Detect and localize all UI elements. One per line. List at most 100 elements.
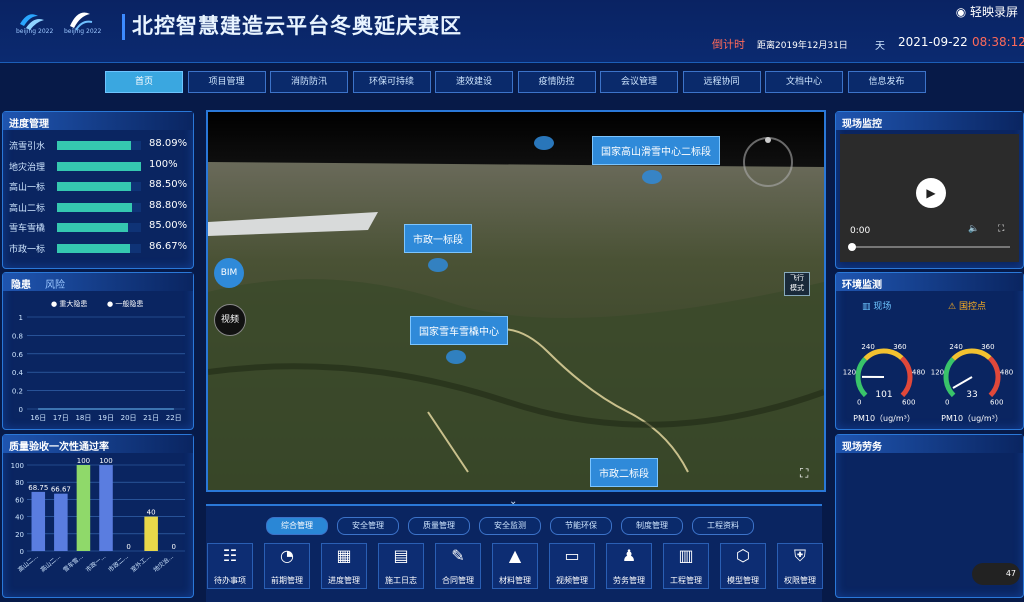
worker-icon: ♟ bbox=[607, 546, 651, 565]
x-tick-label: 19日 bbox=[98, 414, 114, 422]
video-player[interactable]: ▶ 0:00 🔈 ⛶ bbox=[840, 134, 1019, 262]
gauge-tick-label: 480 bbox=[912, 369, 925, 377]
nav-item-8[interactable]: 文档中心 bbox=[765, 71, 843, 93]
fly-mode-button[interactable]: 飞行 模式 bbox=[784, 272, 810, 296]
recording-badge: ◉ 轻映录屏 bbox=[956, 3, 1018, 20]
nav-item-5[interactable]: 疫情防控 bbox=[518, 71, 596, 93]
title-divider bbox=[122, 14, 125, 40]
tool-video-button[interactable]: ▭视频管理 bbox=[549, 543, 595, 589]
control-point-tab[interactable]: ⚠ 国控点 bbox=[948, 299, 986, 312]
bar-value-label: 0 bbox=[171, 543, 175, 551]
tool-shield-button[interactable]: ⛨权限管理 bbox=[777, 543, 823, 589]
tool-calendar-button[interactable]: ▦进度管理 bbox=[321, 543, 367, 589]
gauge-arc bbox=[953, 351, 989, 359]
fullscreen-icon[interactable]: ⛶ bbox=[800, 466, 808, 481]
calendar-icon: ▦ bbox=[322, 546, 366, 565]
bottom-tab-2[interactable]: 质量管理 bbox=[408, 517, 470, 535]
x-tick-label: 21日 bbox=[143, 414, 159, 422]
tool-material-button[interactable]: ▲材料管理 bbox=[492, 543, 538, 589]
countdown-distance: 距离2019年12月31日 bbox=[757, 38, 848, 51]
tab-risk[interactable]: 风险 bbox=[45, 276, 65, 291]
fullscreen-icon[interactable]: ⛶ bbox=[998, 224, 1004, 234]
nav-item-6[interactable]: 会议管理 bbox=[600, 71, 678, 93]
progress-row[interactable]: 高山一标88.50% bbox=[3, 179, 191, 193]
video-scrubber[interactable] bbox=[848, 243, 856, 251]
marker-label: 国家高山滑雪中心二标段 bbox=[601, 147, 711, 158]
gauge-tick-label: 120 bbox=[931, 369, 944, 377]
progress-panel: 进度管理 流雪引水88.09%地灾治理100%高山一标88.50%高山二标88.… bbox=[2, 111, 194, 269]
bottom-tab-5[interactable]: 制度管理 bbox=[621, 517, 683, 535]
map-pin[interactable] bbox=[446, 350, 466, 364]
tool-worker-button[interactable]: ♟ 劳务管理 bbox=[606, 543, 652, 589]
tool-pie-button[interactable]: ◔前期管理 bbox=[264, 543, 310, 589]
progress-bar bbox=[57, 162, 141, 171]
nav-item-9[interactable]: 信息发布 bbox=[848, 71, 926, 93]
map-pin[interactable] bbox=[428, 258, 448, 272]
tool-label: 劳务管理 bbox=[607, 575, 651, 586]
env-panel: 环境监测 ▥ 现场 ⚠ 国控点 0120240360480600101PM10（… bbox=[835, 272, 1024, 430]
progress-fill bbox=[57, 182, 131, 191]
nav-item-1[interactable]: 项目管理 bbox=[188, 71, 266, 93]
progress-row[interactable]: 市政一标86.67% bbox=[3, 241, 191, 255]
bar bbox=[54, 494, 68, 551]
bottom-tab-4[interactable]: 节能环保 bbox=[550, 517, 612, 535]
bottom-tab-6[interactable]: 工程资料 bbox=[692, 517, 754, 535]
pm10-gauges: 0120240360480600101PM10（ug/m³）0120240360… bbox=[840, 317, 1020, 427]
todo-icon: ☷ bbox=[208, 546, 252, 565]
progress-row[interactable]: 地灾治理100% bbox=[3, 159, 191, 173]
play-icon[interactable]: ▶ bbox=[916, 178, 946, 208]
map-marker-bobsleigh[interactable]: 国家雪车雪橇中心 bbox=[410, 316, 508, 345]
progress-fill bbox=[57, 244, 130, 253]
bottom-tab-0[interactable]: 综合管理 bbox=[266, 517, 328, 535]
video-button[interactable]: 视频 bbox=[214, 304, 246, 336]
video-time: 0:00 bbox=[850, 226, 870, 236]
tab-hidden-danger[interactable]: 隐患 bbox=[11, 276, 31, 291]
nav-item-2[interactable]: 消防防汛 bbox=[270, 71, 348, 93]
bottom-tab-1[interactable]: 安全管理 bbox=[337, 517, 399, 535]
tool-todo-button[interactable]: ☷ 待办事项 bbox=[207, 543, 253, 589]
map-marker-alpine-ski[interactable]: 国家高山滑雪中心二标段 bbox=[592, 136, 720, 165]
speed-badge[interactable]: 47 bbox=[972, 563, 1020, 585]
tool-cube-button[interactable]: ⬡模型管理 bbox=[720, 543, 766, 589]
progress-value: 100% bbox=[149, 159, 178, 170]
volume-icon[interactable]: 🔈 bbox=[968, 224, 979, 234]
bim-button[interactable]: BIM bbox=[214, 258, 244, 288]
y-tick-label: 0.6 bbox=[12, 351, 24, 359]
material-icon: ▲ bbox=[493, 546, 537, 565]
progress-bar bbox=[57, 203, 141, 212]
progress-row[interactable]: 高山二标88.80% bbox=[3, 200, 191, 214]
map-pin[interactable] bbox=[642, 170, 662, 184]
map-pin[interactable] bbox=[534, 136, 554, 150]
compass-icon[interactable] bbox=[738, 132, 798, 192]
nav-item-7[interactable]: 远程协同 bbox=[683, 71, 761, 93]
gauge-value: 101 bbox=[875, 390, 892, 400]
nav-item-4[interactable]: 速效建设 bbox=[435, 71, 513, 93]
y-tick-label: 0.2 bbox=[12, 388, 23, 396]
progress-bar bbox=[57, 182, 141, 191]
site-tab[interactable]: ▥ 现场 bbox=[862, 299, 891, 312]
map-marker-municipal-1[interactable]: 市政一标段 bbox=[404, 224, 472, 253]
contract-icon: ✎ bbox=[436, 546, 480, 565]
progress-row[interactable]: 雪车雪橇85.00% bbox=[3, 220, 191, 234]
gauge-tick-label: 240 bbox=[861, 343, 874, 351]
day-label: 天 bbox=[875, 37, 885, 52]
y-tick-label: 40 bbox=[15, 514, 24, 522]
video-progress[interactable] bbox=[850, 246, 1010, 248]
map-view[interactable]: 国家高山滑雪中心二标段 市政一标段 国家雪车雪橇中心 市政二标段 BIM 视频 … bbox=[206, 110, 826, 492]
tool-clipboard-button[interactable]: ▤施工日志 bbox=[378, 543, 424, 589]
tool-label: 待办事项 bbox=[208, 575, 252, 586]
tool-label: 视频管理 bbox=[550, 575, 594, 586]
tool-label: 施工日志 bbox=[379, 575, 423, 586]
env-title: 环境监测 bbox=[842, 276, 882, 291]
progress-row[interactable]: 流雪引水88.09% bbox=[3, 138, 191, 152]
tool-building-button[interactable]: ▥工程管理 bbox=[663, 543, 709, 589]
tool-label: 权限管理 bbox=[778, 575, 822, 586]
risk-line-chart: 00.20.40.60.8116日17日18日19日20日21日22日 bbox=[7, 309, 189, 425]
nav-item-0[interactable]: 首页 bbox=[105, 71, 183, 93]
map-marker-municipal-2[interactable]: 市政二标段 bbox=[590, 458, 658, 487]
legend-general-label: 一般隐患 bbox=[115, 300, 143, 308]
progress-fill bbox=[57, 223, 128, 232]
bottom-tab-3[interactable]: 安全监测 bbox=[479, 517, 541, 535]
nav-item-3[interactable]: 环保可持续 bbox=[353, 71, 431, 93]
tool-contract-button[interactable]: ✎合同管理 bbox=[435, 543, 481, 589]
